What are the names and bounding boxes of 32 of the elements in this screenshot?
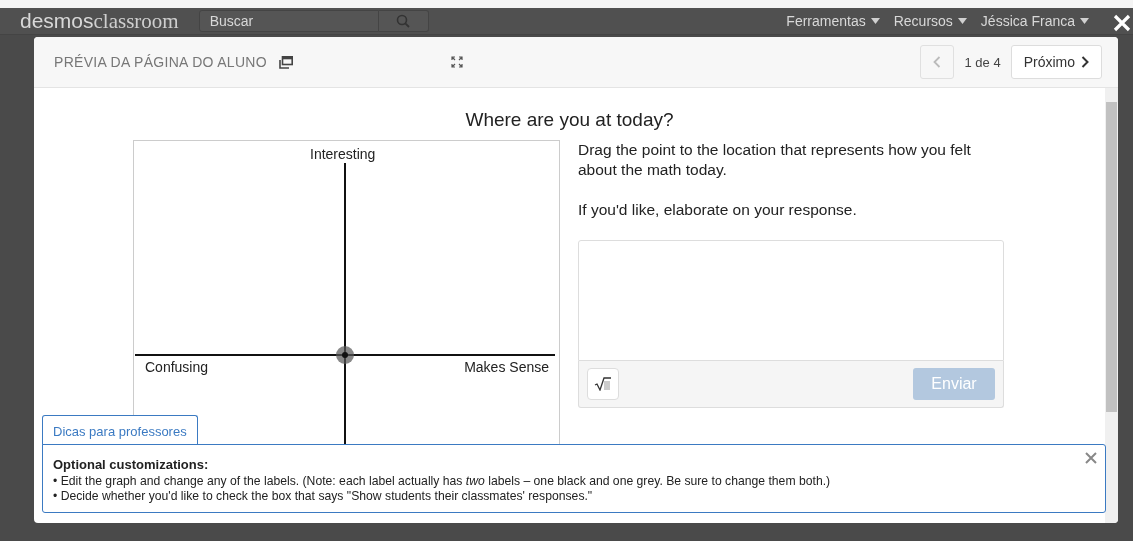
search-field[interactable]: Buscar — [198, 10, 379, 32]
axis-label: Interesting — [310, 146, 376, 162]
draggable-point[interactable] — [336, 346, 354, 364]
square-root-icon — [594, 377, 612, 391]
search-icon — [396, 14, 411, 28]
prompt-text: Drag the point to the location that represents how you felt about the math today. — [578, 140, 972, 180]
menu-dropdown[interactable]: Jéssica Franca — [980, 13, 1089, 29]
caret-icon — [957, 18, 967, 24]
caret-icon — [870, 18, 880, 24]
logo: desmosclassroom — [20, 10, 179, 32]
tip-text: • Edit the graph and change any of the labels. (Note: each label actually has two labels – one black and one grey. Be sure to change them both.) — [53, 474, 832, 488]
scrollbar[interactable] — [1105, 88, 1118, 523]
tips-tab[interactable]: Dicas para professores — [42, 414, 198, 446]
axis-label: Confusing — [145, 359, 209, 375]
menu-dropdown[interactable]: Recursos — [893, 13, 967, 29]
tip-text: • Decide whether you'd like to check the box that says "Show students their classmates' responses." — [53, 489, 594, 503]
chevron-left-icon — [933, 56, 942, 68]
dialog-title: PRÉVIA DA PÁGINA DO ALUNO — [54, 54, 267, 70]
math-button[interactable] — [587, 368, 619, 400]
menu-dropdown[interactable]: Ferramentas — [786, 13, 880, 29]
axis-label: Makes Sense — [464, 359, 549, 375]
close-icon[interactable] — [1085, 452, 1097, 464]
chevron-right-icon — [1081, 56, 1089, 68]
expand-icon[interactable] — [450, 56, 463, 68]
next-button[interactable]: Próximo — [1010, 45, 1102, 79]
page-heading: Where are you at today? — [464, 109, 675, 131]
prompt-text: If you'd like, elaborate on your response. — [578, 200, 858, 220]
tips-heading: Optional customizations: — [53, 457, 209, 472]
windows-icon[interactable] — [278, 55, 293, 69]
response-field[interactable] — [578, 240, 1004, 361]
page-counter: 1 de 4 — [964, 54, 1001, 70]
caret-icon — [1080, 18, 1089, 24]
